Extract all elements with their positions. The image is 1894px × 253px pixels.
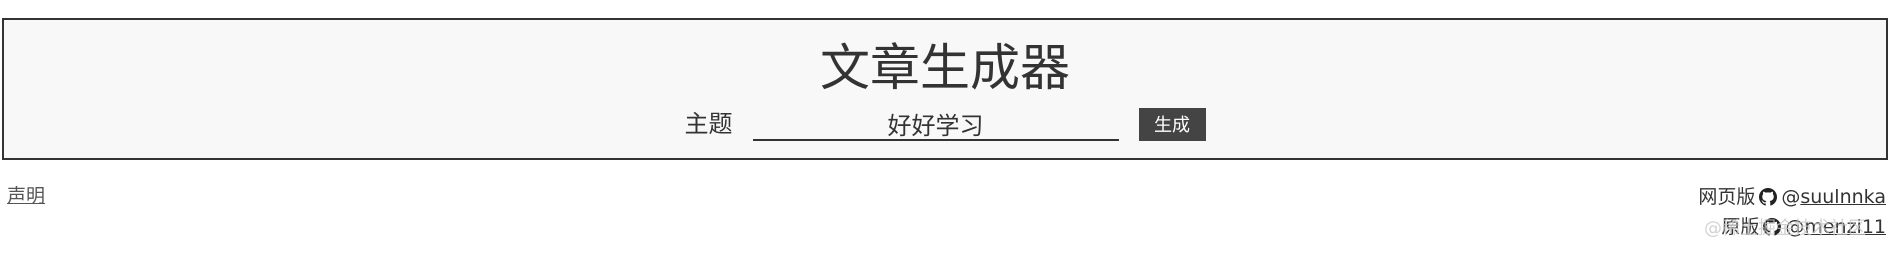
github-icon bbox=[1759, 188, 1778, 206]
credit-at: @ bbox=[1781, 186, 1801, 208]
topic-label: 主题 bbox=[684, 110, 733, 138]
generate-button[interactable]: 生成 bbox=[1138, 107, 1206, 141]
credit-web-version: 网页版 @ suulnnka bbox=[1698, 182, 1886, 212]
credit-handle-link[interactable]: suulnnka bbox=[1800, 182, 1886, 212]
generator-panel: 文章生成器 主题 生成 bbox=[2, 18, 1888, 160]
watermark: @稀土掘金技术社区 bbox=[1704, 218, 1866, 239]
page-title: 文章生成器 bbox=[820, 39, 1070, 97]
credit-label: 网页版 bbox=[1698, 186, 1756, 208]
page: 文章生成器 主题 生成 声明 网页版 @suulnnka 原版 @menzi11… bbox=[0, 0, 1894, 253]
disclaimer-link[interactable]: 声明 bbox=[7, 183, 45, 209]
topic-form-row: 主题 生成 bbox=[4, 106, 1886, 142]
topic-input[interactable] bbox=[752, 107, 1119, 141]
